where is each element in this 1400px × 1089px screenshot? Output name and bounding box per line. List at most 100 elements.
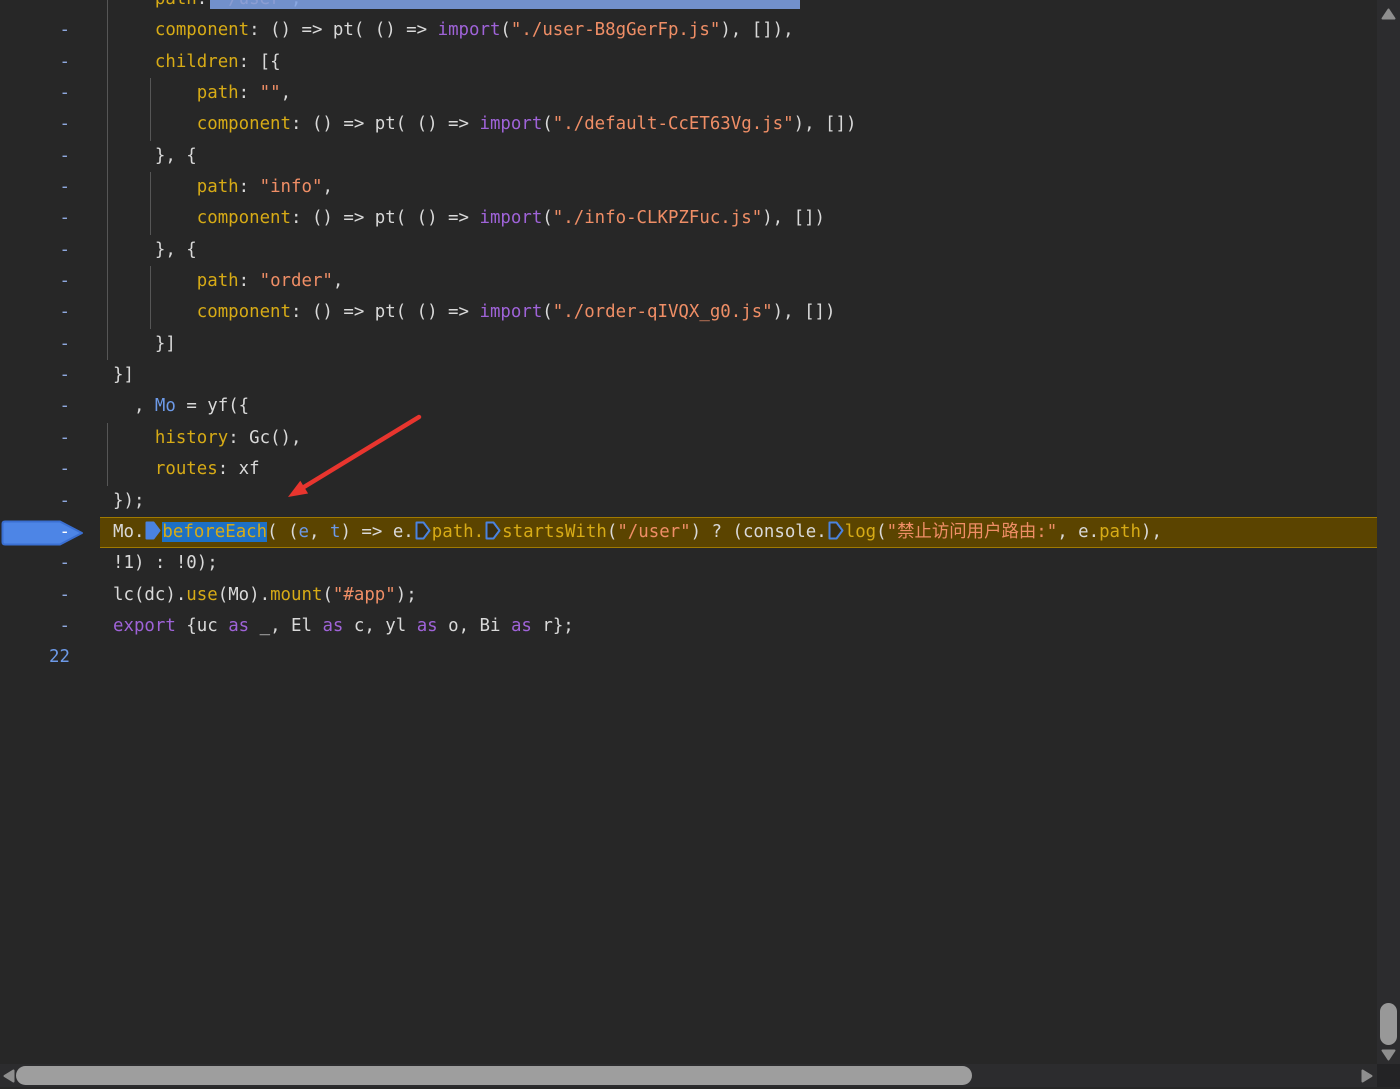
code-line[interactable]: - path: "order", [0,266,1377,297]
code-token: "" [260,83,281,103]
code-token: , [309,522,330,542]
inline-breakpoint-marker[interactable] [145,520,161,541]
code-token: !1) : !0); [113,553,218,573]
gutter-line-number[interactable]: - [0,15,100,46]
code-line-content[interactable]: }] [100,360,1377,391]
code-line-content[interactable]: path: "order", [100,266,1377,297]
code-token: }); [113,491,144,511]
code-lines[interactable]: - path: "/user",- component: () => pt( (… [0,0,1377,674]
horizontal-scrollbar[interactable] [0,1064,1377,1087]
code-line-content[interactable]: }); [100,486,1377,517]
code-line-content[interactable]: !1) : !0); [100,548,1377,579]
gutter-line-number[interactable]: - [0,454,100,485]
code-line-highlighted[interactable]: -Mo.beforeEach( (e, t) => e.path.startsW… [0,517,1377,548]
code-token: path [197,83,239,103]
scroll-right-button[interactable] [1360,1068,1374,1089]
code-line[interactable]: - children: [{ [0,47,1377,78]
inline-breakpoint-marker[interactable] [415,520,431,541]
gutter-line-number[interactable]: - [0,203,100,234]
code-line[interactable]: - path: "", [0,78,1377,109]
code-token: as [417,616,438,636]
gutter-line-number[interactable]: 22 [0,642,100,673]
gutter-line-number[interactable]: - [0,297,100,328]
gutter-line-number[interactable]: - [0,329,100,360]
code-line-content[interactable]: component: () => pt( () => import("./def… [100,109,1377,140]
code-line-content[interactable]: lc(dc).use(Mo).mount("#app"); [100,580,1377,611]
gutter-line-number[interactable]: - [0,423,100,454]
code-token: : Gc(), [228,428,301,448]
gutter-line-number[interactable]: - [0,548,100,579]
gutter-line-number[interactable]: - [0,517,100,548]
code-line[interactable]: - component: () => pt( () => import("./i… [0,203,1377,234]
code-line[interactable]: -}); [0,486,1377,517]
gutter-line-number[interactable]: - [0,78,100,109]
gutter-line-number[interactable]: - [0,611,100,642]
code-line-content[interactable]: }] [100,329,1377,360]
gutter-line-number[interactable]: - [0,109,100,140]
horizontal-scrollbar-thumb[interactable] [16,1066,972,1085]
code-line[interactable]: -lc(dc).use(Mo).mount("#app"); [0,580,1377,611]
code-token: path. [432,522,484,542]
code-line[interactable]: -}] [0,360,1377,391]
gutter-line-number[interactable]: - [0,0,100,15]
inline-breakpoint-marker[interactable] [828,520,844,541]
code-line[interactable]: - , Mo = yf({ [0,391,1377,422]
code-line[interactable]: - }] [0,329,1377,360]
code-line-content[interactable]: , Mo = yf({ [100,391,1377,422]
code-token: ), []) [762,208,825,228]
code-token: path [1099,522,1141,542]
code-line-content[interactable]: component: () => pt( () => import("./use… [100,15,1377,46]
vertical-scrollbar[interactable] [1377,0,1400,1064]
code-line[interactable]: - }, { [0,235,1377,266]
code-token: ), []) [773,302,836,322]
code-line-content[interactable]: export {uc as _, El as c, yl as o, Bi as… [100,611,1377,642]
code-line-content[interactable]: path: "info", [100,172,1377,203]
code-token: startsWith [502,522,607,542]
gutter-line-number[interactable]: - [0,486,100,517]
code-token: component [155,20,249,40]
code-line-content[interactable]: component: () => pt( () => import("./ord… [100,297,1377,328]
code-line[interactable]: - history: Gc(), [0,423,1377,454]
code-token: "info" [260,177,323,197]
code-token: c, yl [343,616,416,636]
code-token: "order" [260,271,333,291]
scroll-left-button[interactable] [2,1068,16,1089]
code-line[interactable]: - routes: xf [0,454,1377,485]
source-editor[interactable]: - path: "/user",- component: () => pt( (… [0,0,1377,1064]
code-line[interactable]: -!1) : !0); [0,548,1377,579]
scroll-up-button[interactable] [1380,7,1397,27]
code-line-content[interactable]: history: Gc(), [100,423,1377,454]
code-line[interactable]: 22 [0,642,1377,673]
code-line-content[interactable]: path: "", [100,78,1377,109]
code-token: }] [155,334,176,354]
code-line-content[interactable]: }, { [100,235,1377,266]
code-line-content[interactable]: }, { [100,141,1377,172]
code-line[interactable]: - }, { [0,141,1377,172]
code-token: ( [322,585,332,605]
inline-breakpoint-marker[interactable] [485,520,501,541]
code-line[interactable]: - component: () => pt( () => import("./d… [0,109,1377,140]
vertical-scrollbar-thumb[interactable] [1380,1003,1397,1045]
code-line-content[interactable]: Mo.beforeEach( (e, t) => e.path.startsWi… [100,517,1377,548]
code-line[interactable]: - path: "info", [0,172,1377,203]
code-token: as [322,616,343,636]
gutter-line-number[interactable]: - [0,235,100,266]
gutter-line-number[interactable]: - [0,141,100,172]
code-line-content[interactable]: children: [{ [100,47,1377,78]
code-token: t [330,522,340,542]
gutter-line-number[interactable]: - [0,266,100,297]
code-token: ( [542,114,552,134]
code-line-content[interactable]: component: () => pt( () => import("./inf… [100,203,1377,234]
code-line[interactable]: - component: () => pt( () => import("./u… [0,15,1377,46]
gutter-line-number[interactable]: - [0,360,100,391]
code-line[interactable]: - component: () => pt( () => import("./o… [0,297,1377,328]
gutter-line-number[interactable]: - [0,580,100,611]
gutter-line-number[interactable]: - [0,391,100,422]
code-token: ) ? (console. [691,522,827,542]
code-line-content[interactable] [100,642,1377,673]
gutter-line-number[interactable]: - [0,172,100,203]
code-token: import [479,208,542,228]
gutter-line-number[interactable]: - [0,47,100,78]
code-line-content[interactable]: routes: xf [100,454,1377,485]
code-line[interactable]: -export {uc as _, El as c, yl as o, Bi a… [0,611,1377,642]
